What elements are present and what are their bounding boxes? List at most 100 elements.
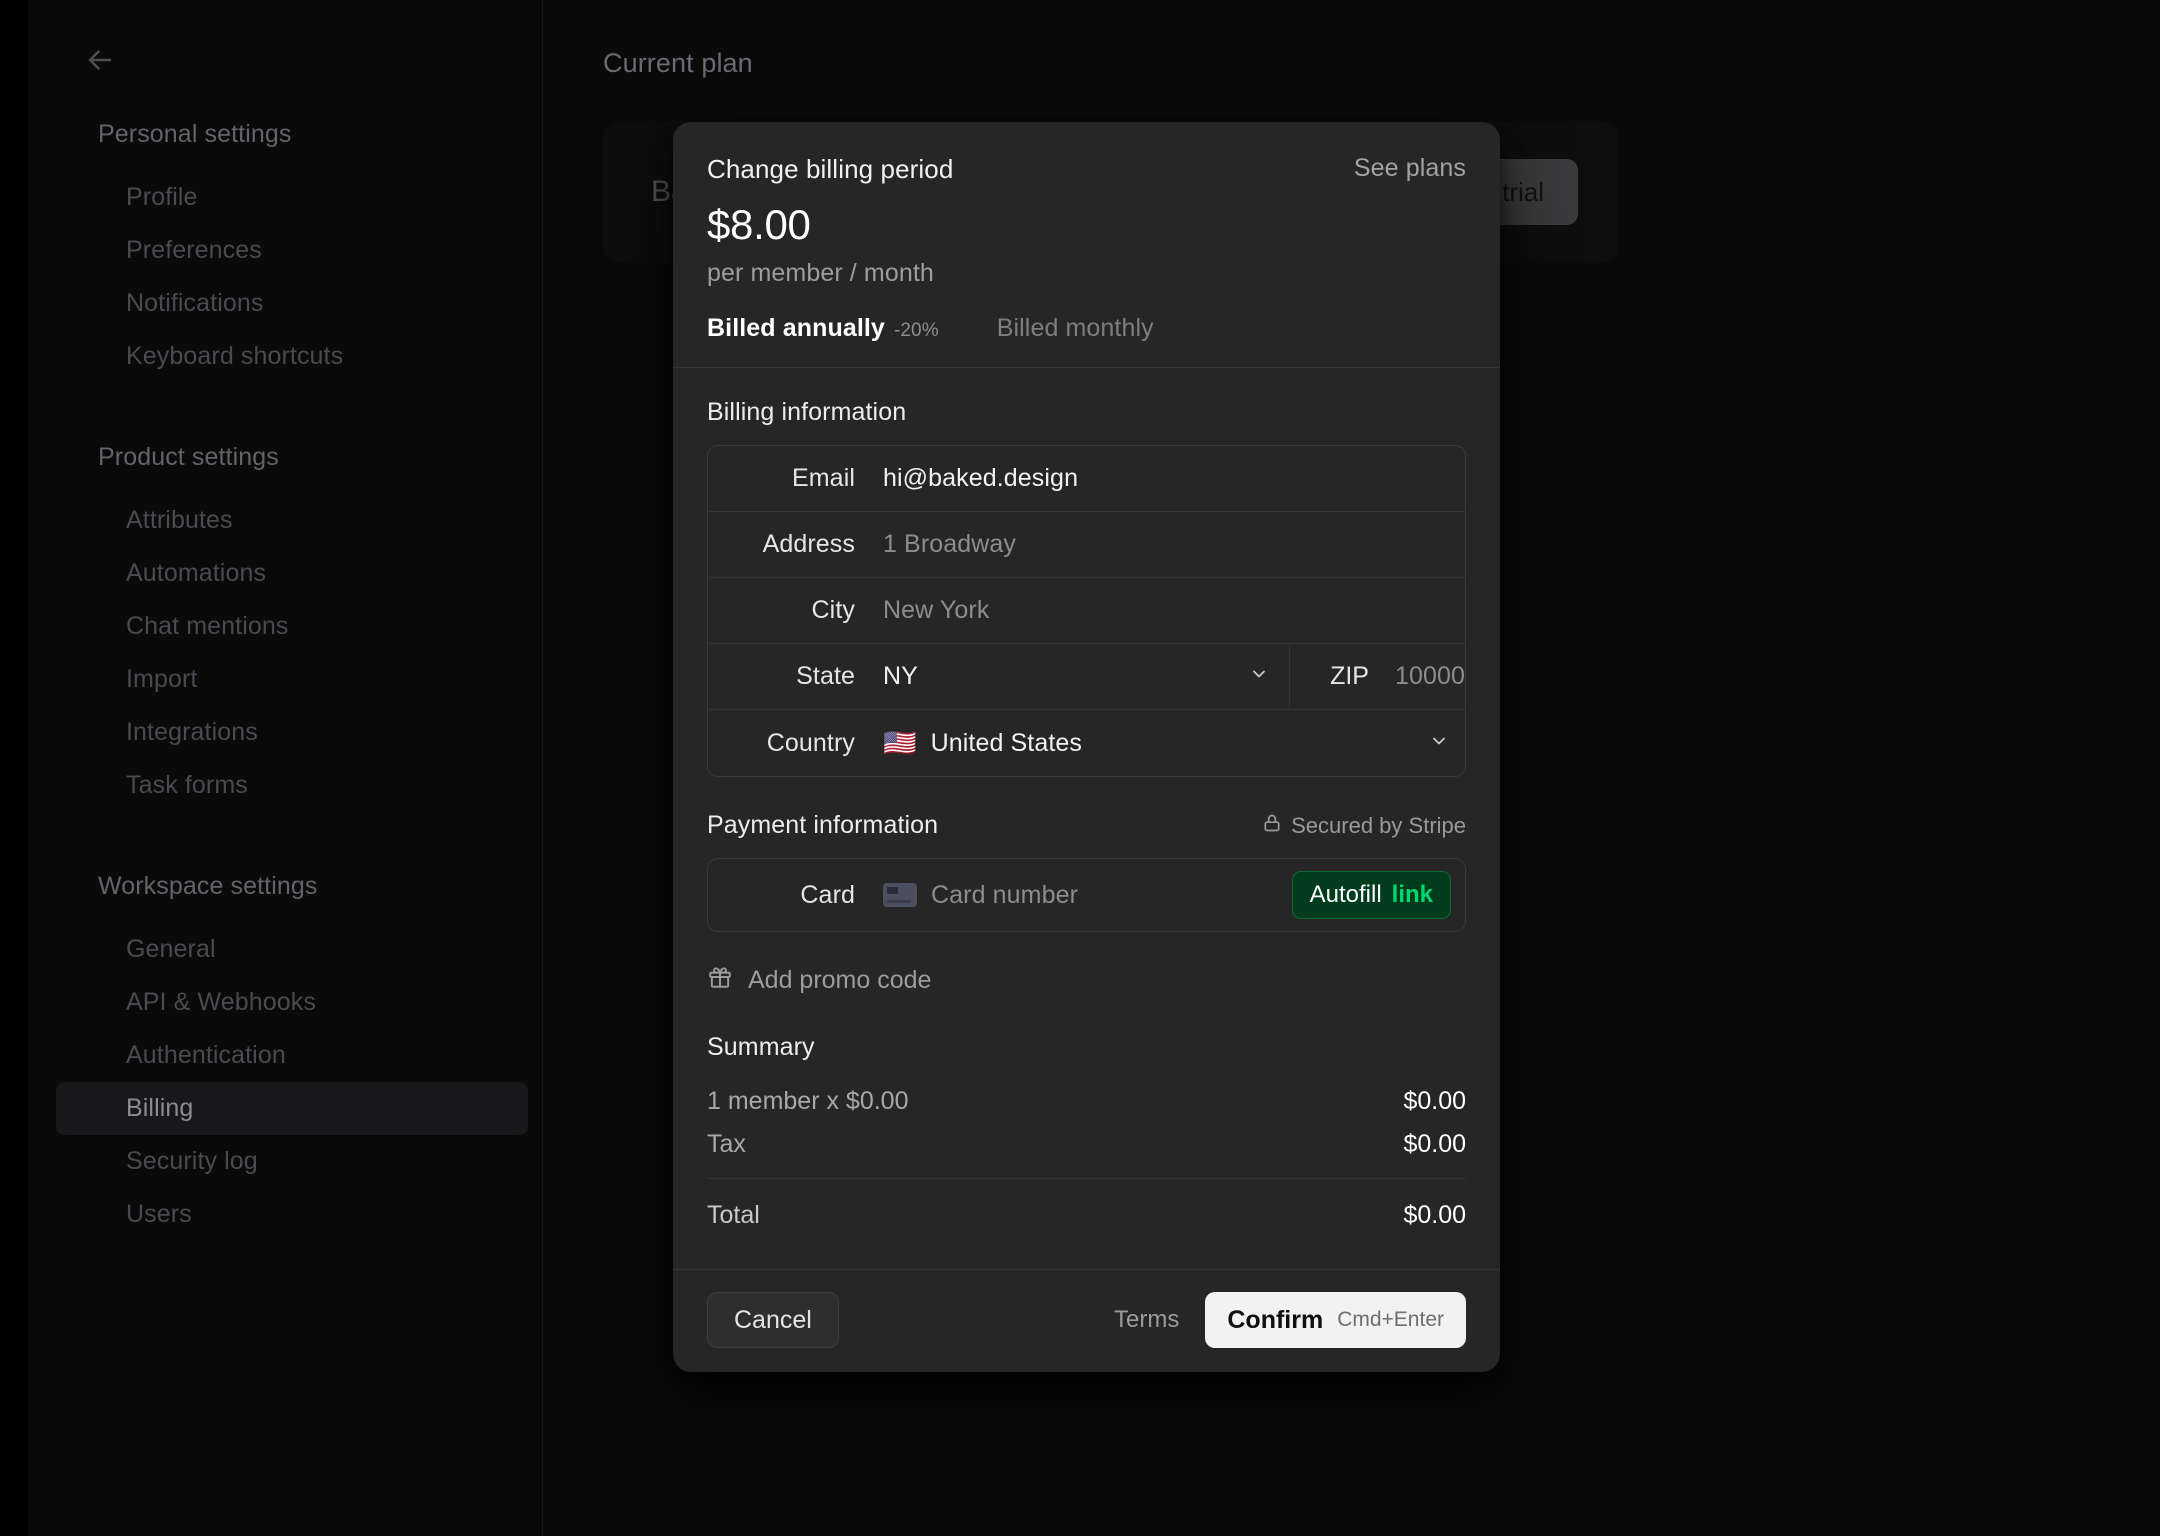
sidebar-group-title: Workspace settings xyxy=(98,872,318,900)
summary-row-label: 1 member x $0.00 xyxy=(707,1087,909,1115)
card-number-input[interactable]: Card number xyxy=(931,881,1292,910)
tab-label: Billed annually xyxy=(707,314,885,342)
sidebar: Personal settings Profile Preferences No… xyxy=(28,0,543,1536)
sidebar-item-label: Billing xyxy=(126,1094,194,1122)
summary-row-total: Total $0.00 xyxy=(707,1191,1466,1239)
change-billing-period-dialog: Change billing period See plans $8.00 pe… xyxy=(673,122,1500,1372)
sidebar-item-label: API & Webhooks xyxy=(126,988,316,1016)
sidebar-group-product: Product settings Attributes Automations … xyxy=(28,443,542,812)
summary-row-amount: $0.00 xyxy=(1403,1130,1466,1158)
summary-title: Summary xyxy=(707,1033,815,1061)
summary-row-members: 1 member x $0.00 $0.00 xyxy=(707,1080,1466,1123)
back-button[interactable] xyxy=(74,34,126,86)
sidebar-group-title: Product settings xyxy=(98,443,279,471)
summary-divider xyxy=(707,1178,1466,1179)
state-zip-row: State NY ZIP 10000 xyxy=(708,643,1465,710)
city-label: City xyxy=(811,596,855,624)
summary-row-tax: Tax $0.00 xyxy=(707,1123,1466,1166)
sidebar-item-label: Preferences xyxy=(126,236,262,264)
city-row: City New York xyxy=(708,578,1465,644)
page-title: Current plan xyxy=(603,48,753,78)
country-value: United States xyxy=(930,728,1083,757)
confirm-label: Confirm xyxy=(1227,1305,1324,1334)
state-label: State xyxy=(796,662,855,690)
sidebar-item-profile[interactable]: Profile xyxy=(56,171,528,224)
summary-section: Summary 1 member x $0.00 $0.00 Tax $0.00… xyxy=(673,997,1500,1239)
gift-icon xyxy=(707,964,733,997)
billing-information-section: Billing information Email hi@baked.desig… xyxy=(673,368,1500,777)
stripe-note-label: Secured by Stripe xyxy=(1291,812,1466,838)
sidebar-item-label: Authentication xyxy=(126,1041,286,1069)
terms-link[interactable]: Terms xyxy=(1114,1306,1179,1334)
total-label: Total xyxy=(707,1200,760,1229)
total-amount: $0.00 xyxy=(1403,1200,1466,1229)
secured-by-stripe: Secured by Stripe xyxy=(1262,812,1466,840)
billing-period-tabs: Billed annually -20% Billed monthly xyxy=(707,314,1466,367)
confirm-shortcut-hint: Cmd+Enter xyxy=(1337,1308,1444,1331)
sidebar-item-authentication[interactable]: Authentication xyxy=(56,1029,528,1082)
sidebar-item-label: General xyxy=(126,935,216,963)
autofill-link-button[interactable]: Autofill link xyxy=(1291,871,1451,919)
payment-fields: Card Card number Autofill link xyxy=(707,858,1466,932)
sidebar-group-personal: Personal settings Profile Preferences No… xyxy=(28,120,542,383)
price-amount: $8.00 xyxy=(707,201,811,248)
sidebar-item-import[interactable]: Import xyxy=(56,653,528,706)
country-select[interactable]: 🇺🇸 United States xyxy=(883,729,1465,758)
sidebar-item-label: Security log xyxy=(126,1147,258,1175)
promo-label: Add promo code xyxy=(748,966,932,994)
email-input[interactable]: hi@baked.design xyxy=(883,464,1465,493)
country-row: Country 🇺🇸 United States xyxy=(708,710,1465,776)
payment-information-section: Payment information Secured by Stripe Ca… xyxy=(673,777,1500,932)
sidebar-item-api-webhooks[interactable]: API & Webhooks xyxy=(56,976,528,1029)
state-value: NY xyxy=(883,662,918,690)
sidebar-item-label: Task forms xyxy=(126,771,248,799)
see-plans-link[interactable]: See plans xyxy=(1354,154,1466,183)
sidebar-item-preferences[interactable]: Preferences xyxy=(56,224,528,277)
country-label: Country xyxy=(766,728,855,757)
tab-billed-monthly[interactable]: Billed monthly xyxy=(997,314,1154,343)
city-input[interactable]: New York xyxy=(883,596,1465,625)
state-select[interactable]: NY xyxy=(883,643,1290,710)
sidebar-item-users[interactable]: Users xyxy=(56,1188,528,1241)
zip-input[interactable]: 10000 xyxy=(1395,662,1465,691)
sidebar-item-notifications[interactable]: Notifications xyxy=(56,277,528,330)
billing-info-title: Billing information xyxy=(707,398,907,426)
tab-billed-annually[interactable]: Billed annually -20% xyxy=(707,314,939,343)
cancel-button[interactable]: Cancel xyxy=(707,1292,839,1348)
dialog-header: Change billing period See plans $8.00 pe… xyxy=(673,122,1500,367)
email-row: Email hi@baked.design xyxy=(708,446,1465,512)
payment-info-title: Payment information xyxy=(707,811,939,839)
sidebar-item-task-forms[interactable]: Task forms xyxy=(56,759,528,812)
sidebar-item-security-log[interactable]: Security log xyxy=(56,1135,528,1188)
email-label: Email xyxy=(791,464,855,492)
chevron-down-icon xyxy=(1429,731,1449,756)
sidebar-item-billing[interactable]: Billing xyxy=(56,1082,528,1135)
confirm-button[interactable]: Confirm Cmd+Enter xyxy=(1205,1292,1466,1348)
zip-label: ZIP xyxy=(1330,662,1369,690)
sidebar-group-workspace: Workspace settings General API & Webhook… xyxy=(28,872,542,1241)
sidebar-item-label: Automations xyxy=(126,559,267,587)
link-brand-label: link xyxy=(1391,881,1433,908)
chevron-down-icon xyxy=(1249,664,1269,689)
add-promo-code-button[interactable]: Add promo code xyxy=(707,964,931,997)
sidebar-item-keyboard-shortcuts[interactable]: Keyboard shortcuts xyxy=(56,330,528,383)
address-input[interactable]: 1 Broadway xyxy=(883,530,1465,559)
sidebar-item-label: Attributes xyxy=(126,506,233,534)
sidebar-item-label: Users xyxy=(126,1200,192,1228)
lock-icon xyxy=(1262,812,1282,840)
dialog-title: Change billing period xyxy=(707,154,954,184)
dialog-footer: Cancel Terms Confirm Cmd+Enter xyxy=(673,1269,1500,1372)
address-row: Address 1 Broadway xyxy=(708,512,1465,578)
sidebar-item-chat-mentions[interactable]: Chat mentions xyxy=(56,600,528,653)
annual-discount-badge: -20% xyxy=(893,320,939,341)
sidebar-item-attributes[interactable]: Attributes xyxy=(56,494,528,547)
sidebar-item-integrations[interactable]: Integrations xyxy=(56,706,528,759)
arrow-left-icon xyxy=(83,43,117,77)
sidebar-item-label: Keyboard shortcuts xyxy=(126,342,344,370)
sidebar-item-label: Import xyxy=(126,665,198,693)
sidebar-item-general[interactable]: General xyxy=(56,923,528,976)
sidebar-item-automations[interactable]: Automations xyxy=(56,547,528,600)
sidebar-item-label: Notifications xyxy=(126,289,264,317)
tab-label: Billed monthly xyxy=(996,314,1154,342)
card-row: Card Card number Autofill link xyxy=(708,859,1465,931)
